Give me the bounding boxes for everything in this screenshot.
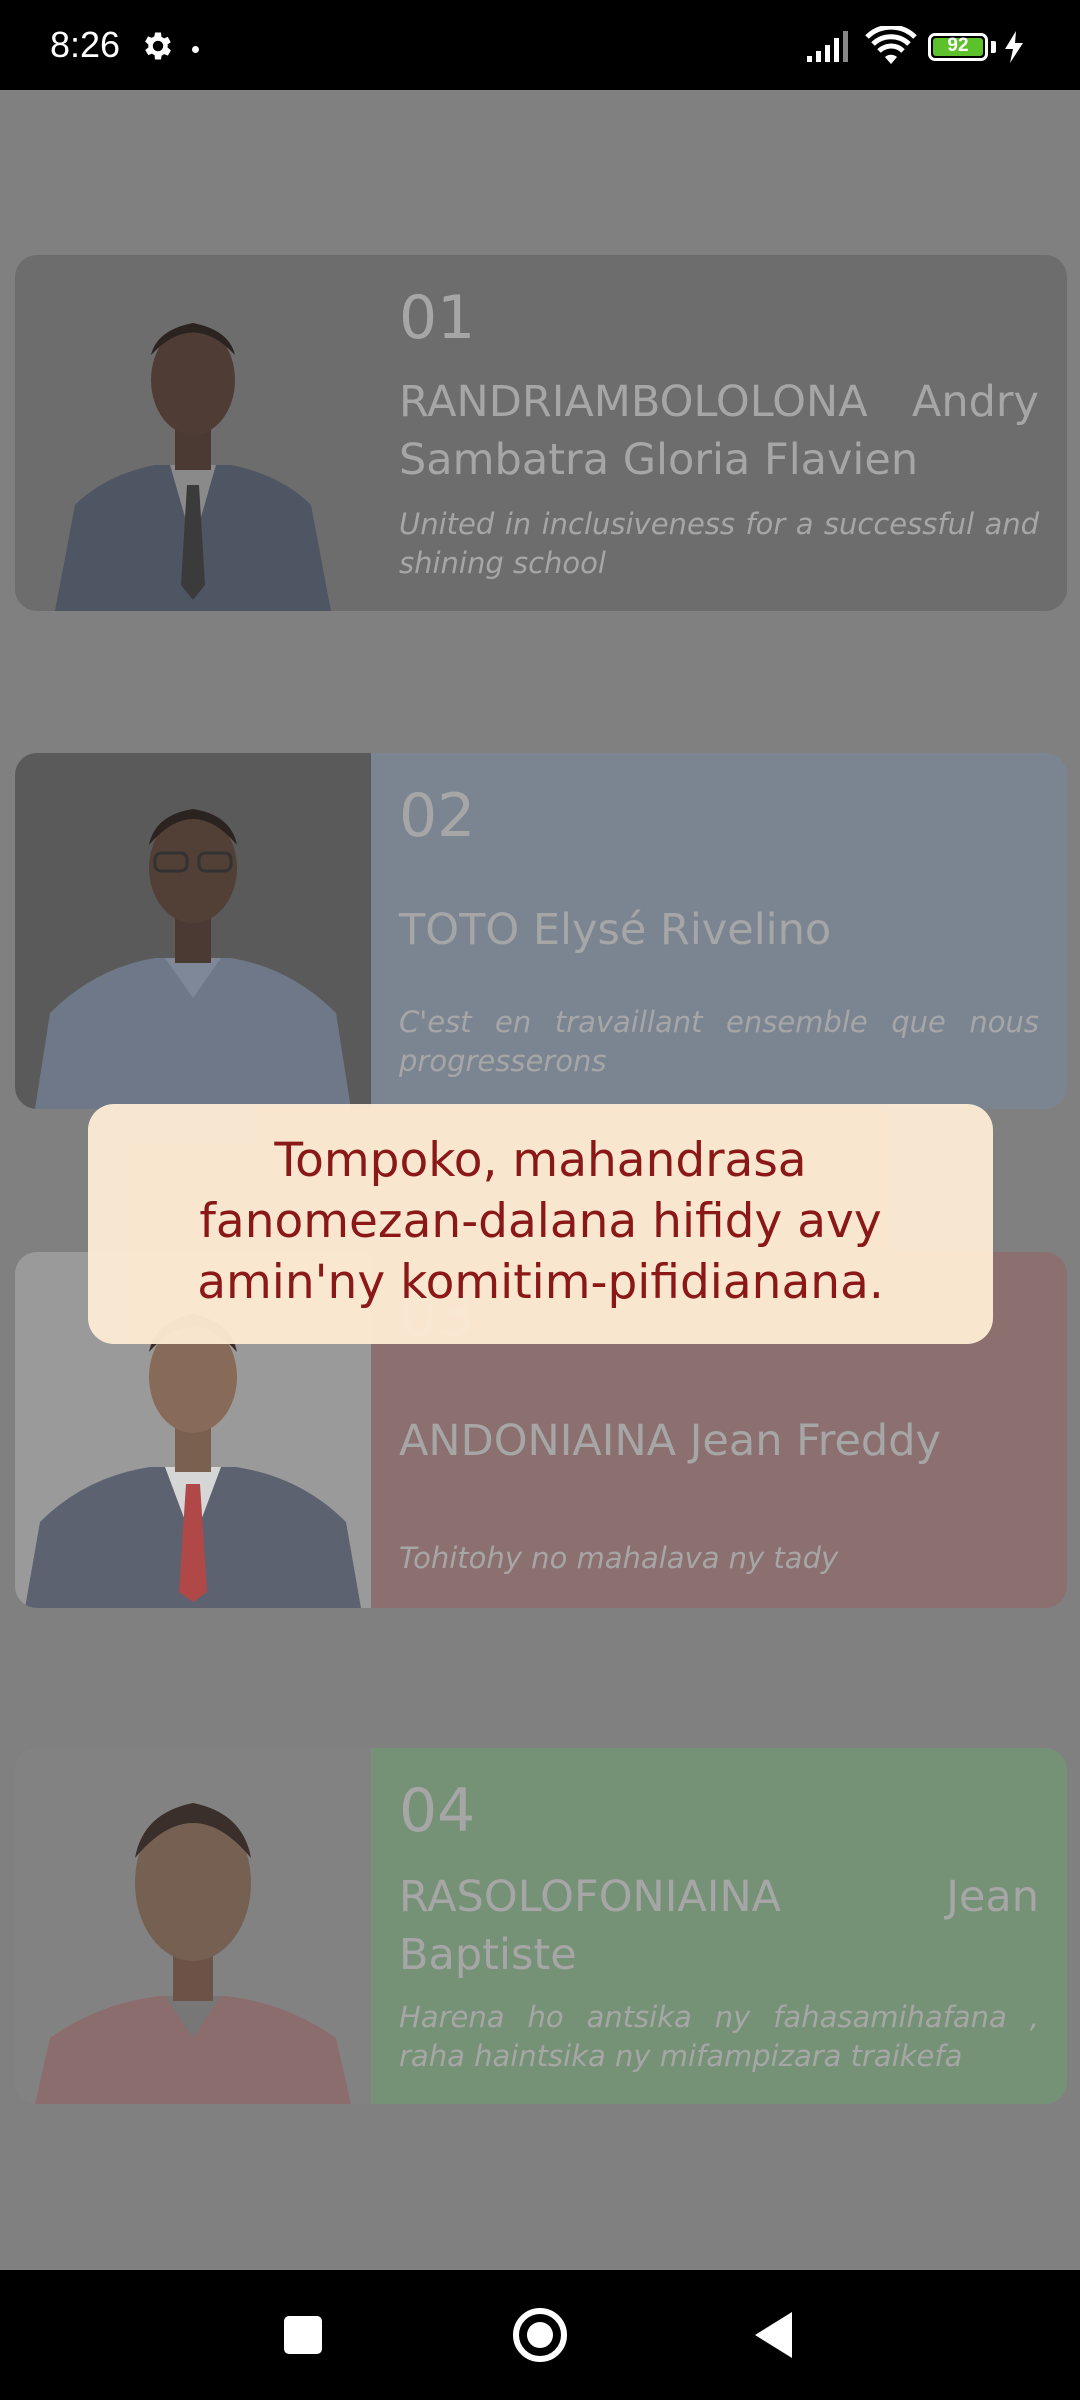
wifi-icon <box>865 24 917 70</box>
navigation-bar <box>0 2270 1080 2400</box>
square-icon <box>284 2316 322 2354</box>
recents-button[interactable] <box>268 2300 338 2370</box>
candidate-photo-2 <box>15 753 371 1109</box>
candidate-card-2[interactable]: 02 TOTO Elysé Rivelino C'est en travaill… <box>15 753 1067 1109</box>
candidate-card-1[interactable]: 01 RANDRIAMBOLOLONA Andry Sambatra Glori… <box>15 255 1067 611</box>
toast-message: Tompoko, mahandrasa fanomezan-dalana hif… <box>88 1104 993 1344</box>
candidate-motto: Tohitohy no mahalava ny tady <box>399 1541 839 1575</box>
back-triangle-icon <box>755 2312 792 2358</box>
battery-icon: 92 <box>928 33 988 61</box>
battery-level: 92 <box>947 35 969 56</box>
candidate-info-4: 04 RASOLOFONIAINA Jean Baptiste Harena h… <box>371 1748 1067 2104</box>
status-time: 8:26 <box>50 24 121 65</box>
candidate-motto: United in inclusiveness for a successful… <box>399 507 1039 580</box>
circle-icon <box>513 2308 567 2362</box>
gear-icon <box>140 28 176 68</box>
candidate-info-2: 02 TOTO Elysé Rivelino C'est en travaill… <box>371 753 1067 1109</box>
signal-icon <box>805 28 855 68</box>
candidate-name: RANDRIAMBOLOLONA Andry Sambatra Gloria F… <box>399 377 1039 485</box>
candidate-photo-4 <box>15 1748 371 2104</box>
toast-text: Tompoko, mahandrasa fanomezan-dalana hif… <box>197 1133 884 1310</box>
charging-bolt-icon <box>1003 30 1025 68</box>
candidate-number: 01 <box>399 283 476 353</box>
candidate-photo-1 <box>15 255 371 611</box>
candidate-name: TOTO Elysé Rivelino <box>399 905 832 955</box>
home-button[interactable] <box>505 2300 575 2370</box>
back-button[interactable] <box>740 2300 810 2370</box>
candidate-number: 04 <box>399 1776 476 1846</box>
notification-dot <box>192 46 199 53</box>
status-bar: 8:26 92 <box>0 0 1080 90</box>
candidate-motto: Harena ho antsika ny fahasamihafana , ra… <box>399 2000 1039 2073</box>
candidate-name: ANDONIAINA Jean Freddy <box>399 1416 941 1466</box>
candidate-info-1: 01 RANDRIAMBOLOLONA Andry Sambatra Glori… <box>371 255 1067 611</box>
candidate-motto: C'est en travaillant ensemble que nous p… <box>399 1005 1039 1078</box>
candidate-name: RASOLOFONIAINA Jean Baptiste <box>399 1872 1039 1980</box>
candidate-number: 02 <box>399 781 476 851</box>
candidate-card-4[interactable]: 04 RASOLOFONIAINA Jean Baptiste Harena h… <box>15 1748 1067 2104</box>
